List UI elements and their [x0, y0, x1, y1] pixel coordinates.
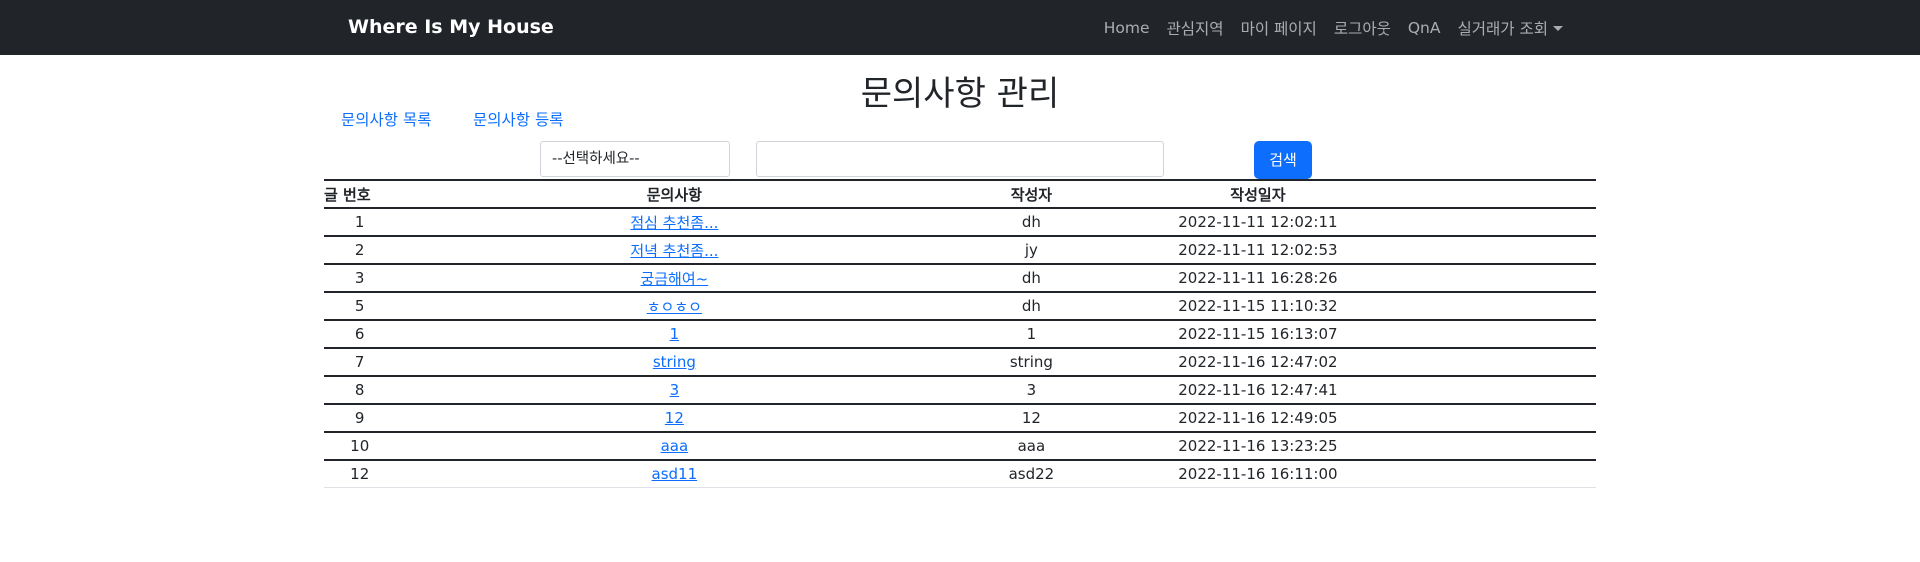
row-spacer — [1406, 460, 1596, 488]
table-row: 9 12 12 2022-11-16 12:49:05 — [324, 404, 1596, 433]
header-author: 작성자 — [953, 179, 1110, 209]
row-spacer — [1406, 264, 1596, 293]
row-title-link[interactable]: 궁금해여~ — [640, 270, 708, 288]
row-spacer — [1406, 320, 1596, 349]
row-no: 5 — [324, 292, 396, 321]
search-input[interactable] — [756, 141, 1164, 177]
row-author: asd22 — [953, 460, 1110, 488]
row-date: 2022-11-16 13:23:25 — [1109, 432, 1407, 461]
row-no: 7 — [324, 348, 396, 377]
nav-interest-area[interactable]: 관심지역 — [1167, 17, 1224, 39]
row-no: 10 — [324, 432, 396, 461]
table-row: 2 저녁 추천좀... jy 2022-11-11 12:02:53 — [324, 236, 1596, 265]
row-author: aaa — [953, 432, 1110, 461]
row-title-link[interactable]: 1 — [670, 325, 680, 343]
search-button[interactable]: 검색 — [1254, 141, 1312, 179]
row-spacer — [1406, 404, 1596, 433]
table-row: 3 궁금해여~ dh 2022-11-11 16:28:26 — [324, 264, 1596, 293]
table-row: 8 3 3 2022-11-16 12:47:41 — [324, 376, 1596, 405]
row-date: 2022-11-16 12:47:02 — [1109, 348, 1407, 377]
nav-menu: Home 관심지역 마이 페이지 로그아웃 QnA 실거래가 조회 — [1104, 0, 1563, 55]
row-no: 2 — [324, 236, 396, 265]
nav-deal-label: 실거래가 조회 — [1457, 19, 1549, 38]
row-author: 12 — [953, 404, 1110, 433]
row-date: 2022-11-11 12:02:11 — [1109, 208, 1407, 237]
row-author: dh — [953, 208, 1110, 237]
chevron-down-icon — [1553, 25, 1563, 31]
row-date: 2022-11-11 12:02:53 — [1109, 236, 1407, 265]
row-no: 8 — [324, 376, 396, 405]
row-title-link[interactable]: 12 — [665, 409, 684, 427]
brand-logo[interactable]: Where Is My House — [348, 0, 554, 55]
table-row: 7 string string 2022-11-16 12:47:02 — [324, 348, 1596, 377]
nav-logout[interactable]: 로그아웃 — [1334, 17, 1391, 39]
row-title-cell: 3 — [395, 376, 954, 405]
row-title-cell: 12 — [395, 404, 954, 433]
row-title-cell: 궁금해여~ — [395, 264, 954, 293]
header-title: 문의사항 — [395, 179, 954, 209]
row-title-cell: asd11 — [395, 460, 954, 488]
row-author: 1 — [953, 320, 1110, 349]
table-row: 6 1 1 2022-11-15 16:13:07 — [324, 320, 1596, 349]
row-no: 1 — [324, 208, 396, 237]
row-title-cell: string — [395, 348, 954, 377]
row-no: 12 — [324, 460, 396, 488]
table-row: 12 asd11 asd22 2022-11-16 16:11:00 — [324, 460, 1596, 488]
row-title-cell: 점심 추천좀... — [395, 208, 954, 237]
row-title-link[interactable]: 3 — [670, 381, 680, 399]
row-no: 6 — [324, 320, 396, 349]
row-author: jy — [953, 236, 1110, 265]
row-spacer — [1406, 292, 1596, 321]
row-title-link[interactable]: ㅎㅇㅎㅇ — [647, 298, 702, 316]
row-author: dh — [953, 264, 1110, 293]
table-row: 1 점심 추천좀... dh 2022-11-11 12:02:11 — [324, 208, 1596, 237]
row-date: 2022-11-11 16:28:26 — [1109, 264, 1407, 293]
row-author: string — [953, 348, 1110, 377]
header-date: 작성일자 — [1109, 179, 1407, 209]
row-spacer — [1406, 236, 1596, 265]
row-date: 2022-11-16 12:47:41 — [1109, 376, 1407, 405]
qna-table: 글 번호 문의사항 작성자 작성일자 1 점심 추천좀... dh 2022-1… — [324, 179, 1596, 488]
table-row: 10 aaa aaa 2022-11-16 13:23:25 — [324, 432, 1596, 461]
header-spacer — [1406, 179, 1596, 209]
table-header-row: 글 번호 문의사항 작성자 작성일자 — [324, 179, 1596, 209]
row-title-link[interactable]: string — [653, 353, 696, 371]
row-date: 2022-11-16 12:49:05 — [1109, 404, 1407, 433]
row-title-cell: ㅎㅇㅎㅇ — [395, 292, 954, 321]
row-author: dh — [953, 292, 1110, 321]
row-title-cell: 1 — [395, 320, 954, 349]
search-type-select[interactable]: --선택하세요-- — [540, 141, 730, 177]
row-date: 2022-11-16 16:11:00 — [1109, 460, 1407, 488]
row-date: 2022-11-15 11:10:32 — [1109, 292, 1407, 321]
qna-list-link[interactable]: 문의사항 목록 — [341, 108, 432, 132]
row-no: 3 — [324, 264, 396, 293]
row-title-link[interactable]: aaa — [661, 437, 689, 455]
row-spacer — [1406, 348, 1596, 377]
row-no: 9 — [324, 404, 396, 433]
row-title-link[interactable]: asd11 — [652, 465, 698, 483]
row-title-link[interactable]: 저녁 추천좀... — [630, 242, 718, 260]
row-author: 3 — [953, 376, 1110, 405]
nav-deal-dropdown[interactable]: 실거래가 조회 — [1457, 17, 1563, 39]
table-row: 5 ㅎㅇㅎㅇ dh 2022-11-15 11:10:32 — [324, 292, 1596, 321]
row-title-link[interactable]: 점심 추천좀... — [630, 214, 718, 232]
top-navbar: Where Is My House Home 관심지역 마이 페이지 로그아웃 … — [0, 0, 1920, 55]
qna-register-link[interactable]: 문의사항 등록 — [473, 108, 564, 132]
row-spacer — [1406, 376, 1596, 405]
nav-home[interactable]: Home — [1104, 19, 1150, 37]
page-title: 문의사항 관리 — [860, 73, 1060, 114]
row-title-cell: aaa — [395, 432, 954, 461]
row-title-cell: 저녁 추천좀... — [395, 236, 954, 265]
row-spacer — [1406, 432, 1596, 461]
nav-my-page[interactable]: 마이 페이지 — [1241, 17, 1317, 39]
row-date: 2022-11-15 16:13:07 — [1109, 320, 1407, 349]
row-spacer — [1406, 208, 1596, 237]
header-no: 글 번호 — [324, 179, 396, 209]
nav-qna[interactable]: QnA — [1408, 19, 1441, 37]
